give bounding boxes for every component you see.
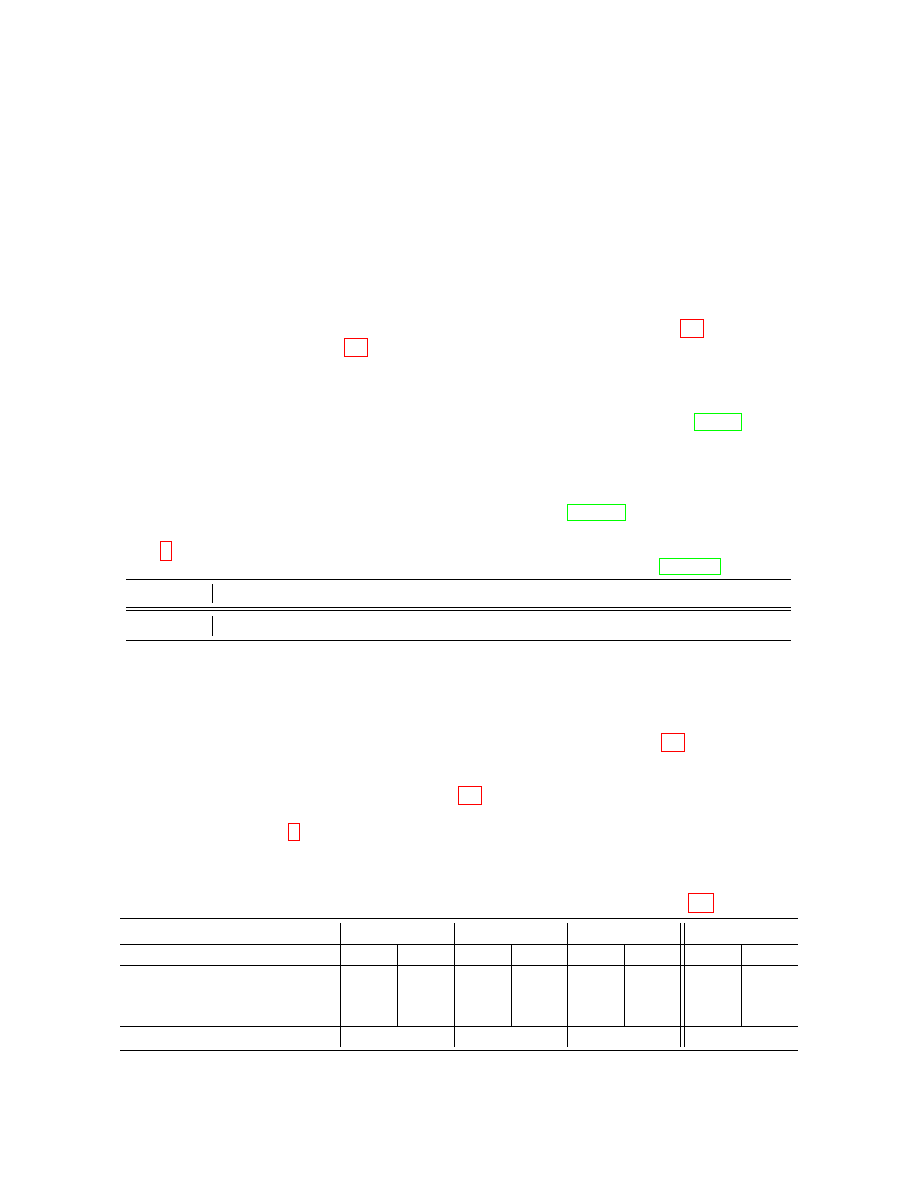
citation-link[interactable] [344,338,368,357]
column-divider [741,944,742,1026]
column-divider [511,944,512,1026]
column-divider [212,584,213,603]
column-divider [567,923,568,1047]
url-link[interactable] [659,558,721,575]
table-rule [120,918,798,919]
table-rule [126,640,791,641]
url-link[interactable] [694,413,742,431]
table-rule [120,1026,798,1027]
citation-link[interactable] [288,823,300,841]
column-divider [454,923,455,1047]
column-divider [340,923,341,1047]
column-divider [680,923,681,1047]
table-rule [126,610,791,611]
citation-link[interactable] [160,541,172,561]
url-link[interactable] [567,504,626,521]
table-rule [126,607,791,608]
citation-link[interactable] [458,786,482,805]
table-rule [120,944,798,945]
table-rule [120,1050,798,1051]
citation-link[interactable] [680,319,704,338]
table-rule [120,965,798,966]
column-divider [212,616,213,636]
table-rule [126,579,791,580]
column-divider [397,944,398,1026]
document-page [0,0,918,1188]
citation-link[interactable] [688,893,714,913]
column-divider [624,944,625,1026]
citation-link[interactable] [661,733,685,752]
column-divider [684,923,685,1047]
